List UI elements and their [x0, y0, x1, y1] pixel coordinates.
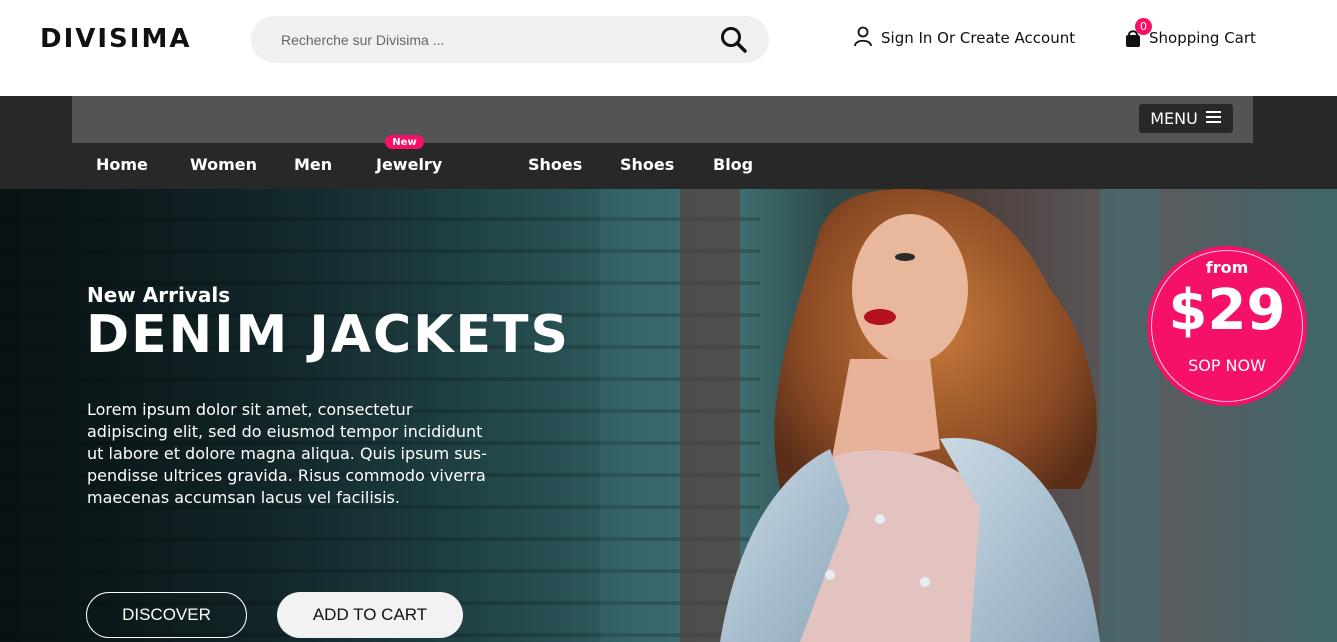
hero-banner: New Arrivals DENIM JACKETS Lorem ipsum d… — [0, 189, 1337, 642]
hamburger-icon — [1205, 109, 1222, 128]
nav-item-shoes-2[interactable]: Shoes — [620, 155, 674, 174]
nav-top-bar — [72, 96, 1253, 143]
new-badge: New — [385, 135, 424, 149]
price-from: from — [1205, 258, 1249, 277]
nav-item-home[interactable]: Home — [96, 155, 148, 174]
shopping-bag-icon: 0 — [1123, 18, 1152, 49]
price-badge[interactable]: from $29 SOP NOW — [1147, 246, 1307, 406]
search-icon[interactable] — [719, 25, 749, 55]
shopping-cart-link[interactable]: 0 Shopping Cart — [1123, 18, 1256, 50]
hero-subtitle: New Arrivals — [87, 283, 231, 307]
discover-button[interactable]: DISCOVER — [86, 592, 247, 638]
nav-item-shoes[interactable]: Shoes — [528, 155, 582, 174]
search-bar — [251, 16, 769, 63]
account-link[interactable]: Sign In Or Create Account — [853, 26, 1075, 50]
menu-button[interactable]: MENU — [1139, 104, 1233, 133]
cart-label: Shopping Cart — [1149, 29, 1256, 47]
hero-model-image — [680, 189, 1160, 642]
nav-item-men[interactable]: Men — [294, 155, 332, 174]
logo[interactable]: DIVISIMA — [40, 24, 191, 54]
nav-item-women[interactable]: Women — [190, 155, 257, 174]
hero-title: DENIM JACKETS — [86, 305, 570, 365]
shop-now-link: SOP NOW — [1188, 356, 1266, 375]
nav-item-jewelry[interactable]: Jewelry — [376, 155, 442, 174]
nav-item-blog[interactable]: Blog — [713, 155, 753, 174]
account-label: Sign In Or Create Account — [881, 29, 1076, 47]
search-input[interactable] — [271, 16, 701, 63]
hero-description: Lorem ipsum dolor sit amet, consectetur … — [87, 400, 487, 507]
site-header: DIVISIMA Sign In Or Create Account 0 — [0, 0, 1337, 96]
cart-count-badge: 0 — [1135, 18, 1152, 35]
price-amount: $29 — [1168, 278, 1286, 343]
nav-items: Home Women Men Jewelry Shoes Shoes Blog — [0, 143, 1337, 189]
add-to-cart-button[interactable]: ADD TO CART — [277, 592, 463, 638]
menu-label: MENU — [1150, 109, 1198, 128]
user-icon — [853, 25, 873, 51]
